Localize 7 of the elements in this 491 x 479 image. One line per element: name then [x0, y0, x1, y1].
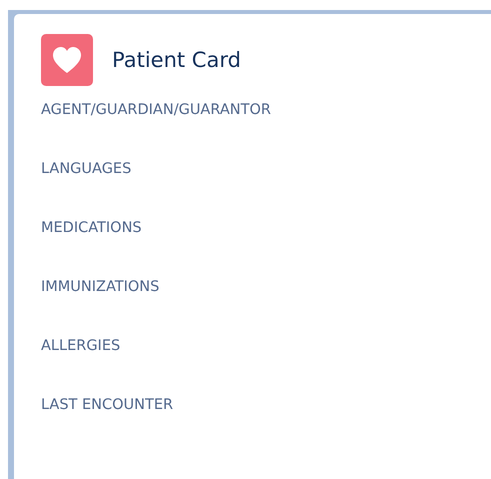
section-link[interactable]: LAST ENCOUNTER	[41, 395, 174, 415]
section-link[interactable]: MEDICATIONS	[41, 218, 142, 238]
section-link[interactable]: LANGUAGES	[41, 159, 132, 179]
section-link[interactable]: AGENT/GUARDIAN/GUARANTOR	[41, 100, 271, 120]
section-link[interactable]: ALLERGIES	[41, 336, 120, 356]
section-link[interactable]: IMMUNIZATIONS	[41, 277, 160, 297]
card-title: Patient Card	[112, 48, 241, 72]
